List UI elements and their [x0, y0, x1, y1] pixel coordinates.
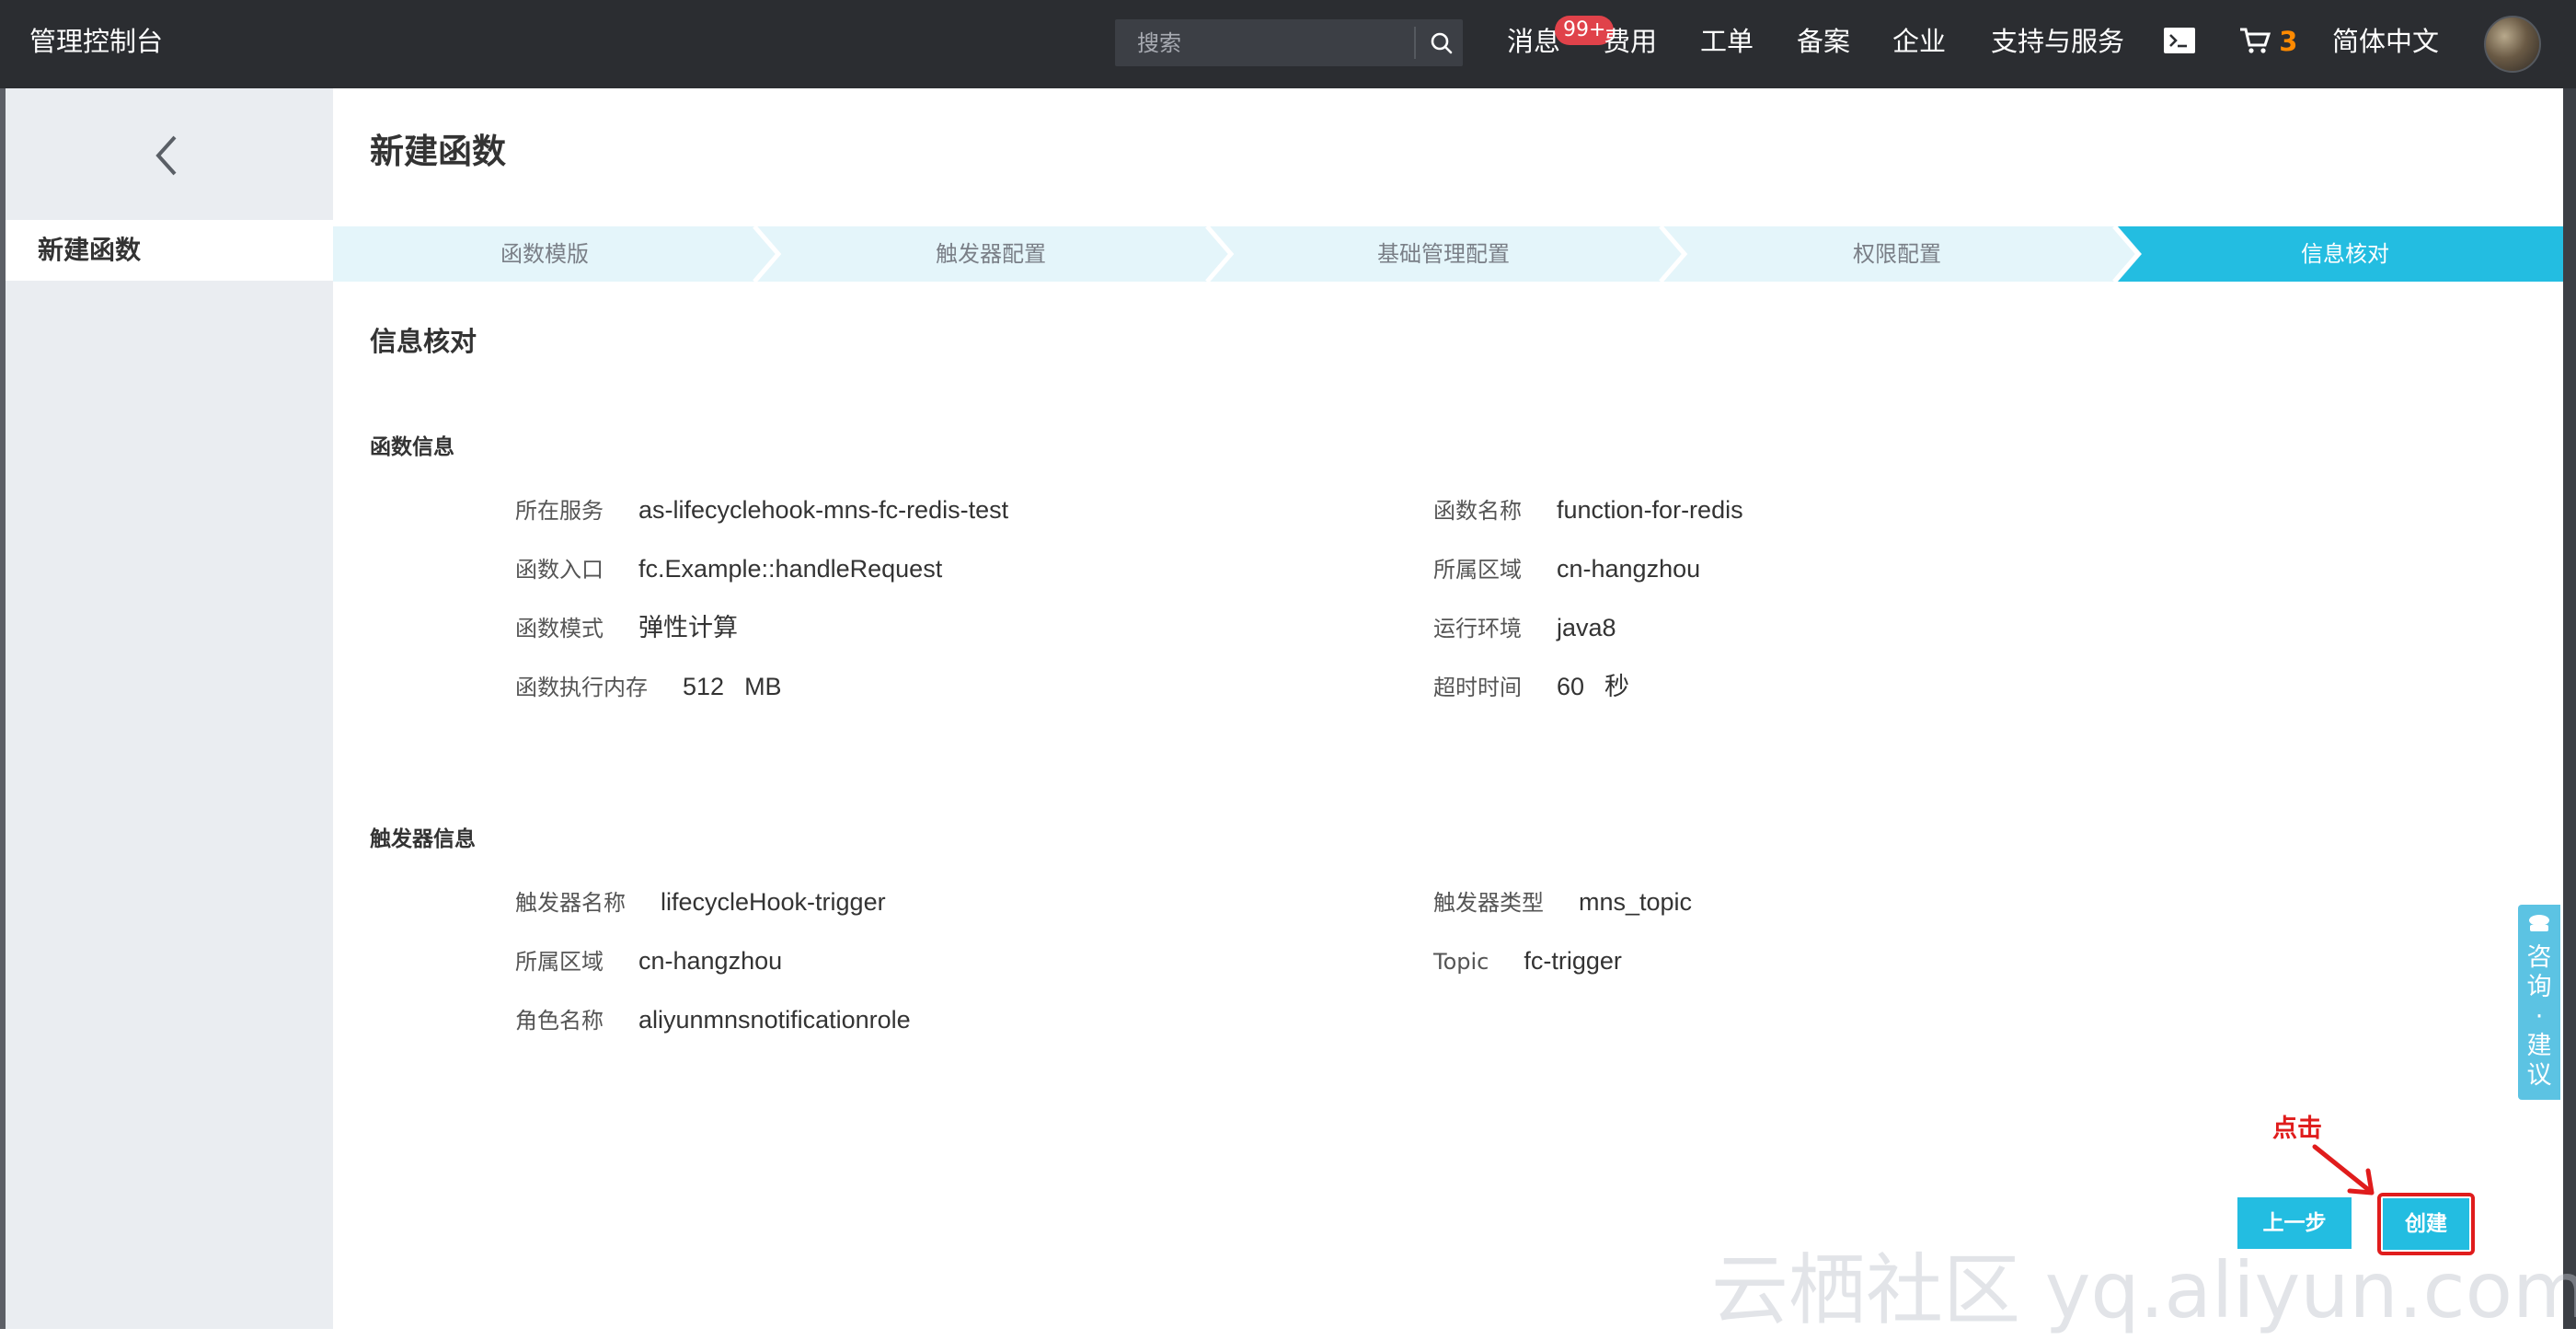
nav-messages[interactable]: 消息	[1507, 0, 1560, 83]
feedback-char: 咨	[2526, 943, 2552, 972]
field-value: function-for-redis	[1557, 496, 1743, 524]
field-value: 512	[683, 673, 725, 700]
field-value: 60	[1557, 673, 1585, 700]
chevron-left-icon	[155, 135, 177, 176]
field-service: 所在服务 as-lifecyclehook-mns-fc-redis-test	[515, 491, 1008, 528]
field-mode: 函数模式 弹性计算	[515, 609, 738, 646]
field-label: Topic	[1433, 949, 1489, 975]
step-basic-config: 基础管理配置	[1377, 241, 1510, 267]
nav-tickets[interactable]: 工单	[1700, 0, 1754, 83]
field-label: 函数入口	[515, 557, 604, 583]
field-label: 函数名称	[1433, 498, 1522, 524]
back-button[interactable]	[6, 88, 333, 219]
top-bar: 管理控制台 消息 99+ 费用 工单 备案 企业 支持与服务 3 简体中文	[0, 0, 2576, 88]
field-label: 所属区域	[1433, 557, 1522, 583]
nav-enterprise[interactable]: 企业	[1892, 0, 1946, 83]
sidebar-item-create-function[interactable]: 新建函数	[6, 220, 333, 281]
field-value: lifecycleHook-trigger	[661, 888, 886, 916]
step-trigger-config: 触发器配置	[936, 241, 1046, 267]
field-unit: 秒	[1604, 673, 1630, 700]
step-wizard: 函数模版 触发器配置 基础管理配置 权限配置 信息核对	[333, 226, 2563, 282]
field-trigger-region: 所属区域 cn-hangzhou	[515, 942, 782, 979]
field-region: 所属区域 cn-hangzhou	[1433, 550, 1700, 587]
watermark: 云栖社区 yq.aliyun.com	[1711, 1245, 2576, 1335]
search-button[interactable]	[1419, 19, 1463, 66]
field-label: 运行环境	[1433, 616, 1522, 641]
nav-billing[interactable]: 费用	[1604, 0, 1657, 83]
field-value: 弹性计算	[638, 614, 738, 641]
annotation-text: 点击	[2272, 1115, 2322, 1143]
field-label: 触发器类型	[1433, 890, 1544, 916]
field-label: 超时时间	[1433, 675, 1522, 700]
step-review: 信息核对	[2301, 241, 2389, 267]
field-unit: MB	[744, 673, 782, 700]
field-entry: 函数入口 fc.Example::handleRequest	[515, 550, 942, 587]
trigger-info-title: 触发器信息	[370, 827, 476, 851]
sidebar: 新建函数	[6, 88, 333, 1329]
field-trigger-type: 触发器类型 mns_topic	[1433, 884, 1692, 920]
field-role: 角色名称 aliyunmnsnotificationrole	[515, 1001, 911, 1038]
nav-support[interactable]: 支持与服务	[1991, 0, 2124, 83]
field-value: aliyunmnsnotificationrole	[638, 1006, 911, 1034]
language-switch[interactable]: 简体中文	[2332, 0, 2439, 83]
cart-button[interactable]: 3	[2239, 0, 2297, 83]
field-value: fc-trigger	[1524, 947, 1622, 975]
field-value: java8	[1557, 614, 1616, 641]
console-home-link[interactable]: 管理控制台	[29, 0, 163, 83]
step-template: 函数模版	[500, 241, 589, 267]
field-label: 触发器名称	[515, 890, 626, 916]
field-timeout: 超时时间 60 秒	[1433, 668, 1629, 705]
search-box	[1115, 19, 1463, 66]
step-permission-config: 权限配置	[1853, 241, 1941, 267]
search-divider	[1414, 27, 1416, 59]
nav-filing[interactable]: 备案	[1797, 0, 1850, 83]
feedback-button[interactable]: 咨 询 · 建 议	[2518, 905, 2560, 1100]
scrollbar[interactable]	[2563, 88, 2576, 1329]
field-topic: Topic fc-trigger	[1433, 942, 1622, 979]
field-label: 所属区域	[515, 949, 604, 975]
field-value: as-lifecyclehook-mns-fc-redis-test	[638, 496, 1009, 524]
cart-count: 3	[2279, 26, 2298, 57]
terminal-button[interactable]	[2164, 0, 2195, 83]
field-memory: 函数执行内存 512 MB	[515, 668, 782, 705]
chat-icon	[2529, 915, 2549, 931]
field-label: 函数模式	[515, 616, 604, 641]
feedback-char: ·	[2535, 1002, 2544, 1031]
search-icon	[1431, 32, 1453, 54]
annotation-arrow	[2312, 1144, 2375, 1196]
function-info-title: 函数信息	[370, 435, 454, 459]
field-function-name: 函数名称 function-for-redis	[1433, 491, 1743, 528]
field-value: mns_topic	[1579, 888, 1693, 916]
main-content: 新建函数 函数模版 触发器配置 基础管理配置 权限配置 信息核对 信息核对 函数…	[333, 88, 2563, 1329]
feedback-char: 询	[2526, 973, 2552, 1001]
field-label: 函数执行内存	[515, 675, 648, 700]
field-value: cn-hangzhou	[638, 947, 783, 975]
field-label: 所在服务	[515, 498, 604, 524]
field-trigger-name: 触发器名称 lifecycleHook-trigger	[515, 884, 886, 920]
section-title: 信息核对	[370, 326, 477, 357]
field-label: 角色名称	[515, 1008, 604, 1034]
search-input[interactable]	[1115, 19, 1414, 66]
cart-icon	[2240, 28, 2271, 53]
feedback-char: 建	[2526, 1032, 2552, 1060]
feedback-char: 议	[2526, 1061, 2552, 1090]
field-value: fc.Example::handleRequest	[638, 555, 943, 583]
field-runtime: 运行环境 java8	[1433, 609, 1616, 646]
user-avatar[interactable]	[2484, 16, 2541, 73]
page-title: 新建函数	[370, 132, 506, 171]
field-value: cn-hangzhou	[1557, 555, 1701, 583]
terminal-icon	[2164, 28, 2195, 53]
